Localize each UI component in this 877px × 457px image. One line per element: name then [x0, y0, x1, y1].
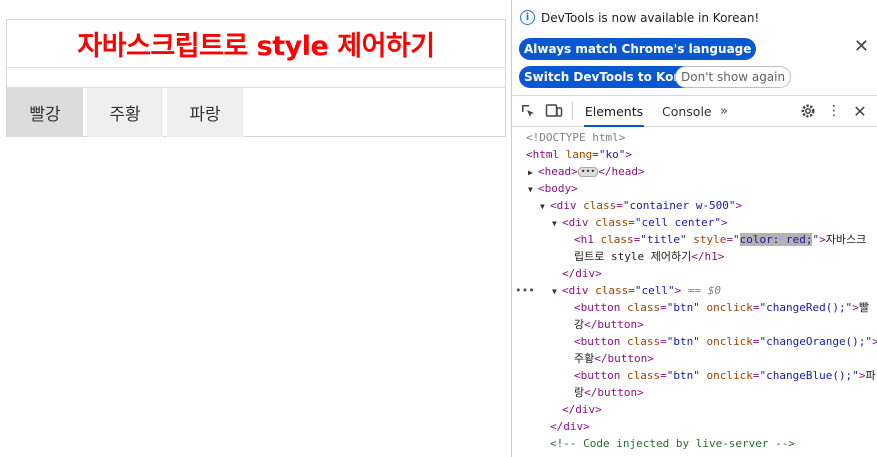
orange-button[interactable]: 주황 — [87, 88, 163, 137]
title-cell: 자바스크립트로 style 제어하기 — [7, 20, 505, 68]
close-devtools-icon[interactable]: ✕ — [850, 101, 870, 121]
info-icon: i — [520, 10, 535, 25]
dom-line[interactable]: </div> — [562, 265, 877, 282]
blue-button[interactable]: 파랑 — [167, 88, 243, 137]
expand-triangle-icon[interactable]: ▶ — [528, 164, 538, 181]
dom-line[interactable]: </div> — [562, 401, 877, 418]
settings-gear-icon[interactable] — [798, 101, 818, 121]
dont-show-again-button[interactable]: Don't show again — [675, 66, 792, 88]
dom-line[interactable]: <!-- Code injected by live-server --> — [550, 435, 877, 452]
info-message: DevTools is now available in Korean! — [541, 10, 760, 25]
dom-line[interactable]: ▼ <div class="container w-500"> — [540, 197, 877, 215]
more-tabs-icon[interactable]: » — [720, 96, 728, 126]
close-icon[interactable]: ✕ — [854, 38, 869, 56]
dom-line[interactable]: <button class="btn" onclick="changeRed()… — [574, 299, 877, 316]
spacer-cell — [7, 68, 505, 88]
ellipsis-icon[interactable]: ••• — [577, 167, 599, 177]
language-infobar: i DevTools is now available in Korean! ✕… — [512, 0, 877, 96]
devtools-panel: i DevTools is now available in Korean! ✕… — [511, 0, 877, 457]
collapse-triangle-icon[interactable]: ▼ — [552, 215, 562, 232]
more-options-icon[interactable]: ⋮ — [824, 101, 844, 121]
info-message-row: i DevTools is now available in Korean! — [520, 10, 759, 25]
tab-elements[interactable]: Elements — [584, 96, 644, 127]
dom-line[interactable]: <button class="btn" onclick="changeBlue(… — [574, 367, 877, 384]
button-cell: 빨강 주황 파랑 — [7, 88, 505, 137]
collapse-triangle-icon[interactable]: ▼ — [528, 181, 538, 198]
dom-line[interactable]: ▶ <head> ••• </head> — [528, 163, 877, 181]
container: 자바스크립트로 style 제어하기 빨강 주황 파랑 — [6, 19, 506, 137]
device-toolbar-icon[interactable] — [544, 101, 564, 121]
dom-line[interactable]: 랑</button> — [574, 384, 877, 401]
dom-line[interactable]: ▼ <div class="cell center"> — [552, 214, 877, 232]
inspect-element-icon[interactable] — [518, 101, 538, 121]
dom-line[interactable]: 주황</button> — [574, 350, 877, 367]
rendered-page: 자바스크립트로 style 제어하기 빨강 주황 파랑 — [0, 0, 511, 457]
dom-line[interactable]: <h1 class="title" style="color: red;">자바… — [574, 231, 877, 248]
dom-line[interactable]: ▼ <body> — [528, 180, 877, 198]
collapse-triangle-icon[interactable]: ▼ — [552, 283, 562, 300]
dom-line[interactable]: <!DOCTYPE html> — [526, 129, 877, 146]
ellipsis-icon[interactable]: ••• — [515, 282, 535, 299]
dom-line[interactable]: 립트로 style 제어하기</h1> — [574, 248, 877, 265]
collapse-triangle-icon[interactable]: ▼ — [540, 198, 550, 215]
dom-line[interactable]: </div> — [550, 418, 877, 435]
dom-line[interactable]: <button class="btn" onclick="changeOrang… — [574, 333, 877, 350]
dom-line[interactable]: <html lang="ko"> — [526, 146, 877, 163]
devtools-toolbar: Elements Console » ⋮ ✕ — [512, 96, 877, 127]
tab-console[interactable]: Console — [662, 96, 712, 126]
style-value-highlight[interactable]: color: red; — [739, 233, 813, 246]
toolbar-divider — [572, 102, 573, 120]
red-button[interactable]: 빨강 — [7, 88, 83, 137]
match-language-button[interactable]: Always match Chrome's language — [519, 38, 757, 60]
page-title: 자바스크립트로 style 제어하기 — [77, 31, 435, 62]
dom-line[interactable]: 강</button> — [574, 316, 877, 333]
